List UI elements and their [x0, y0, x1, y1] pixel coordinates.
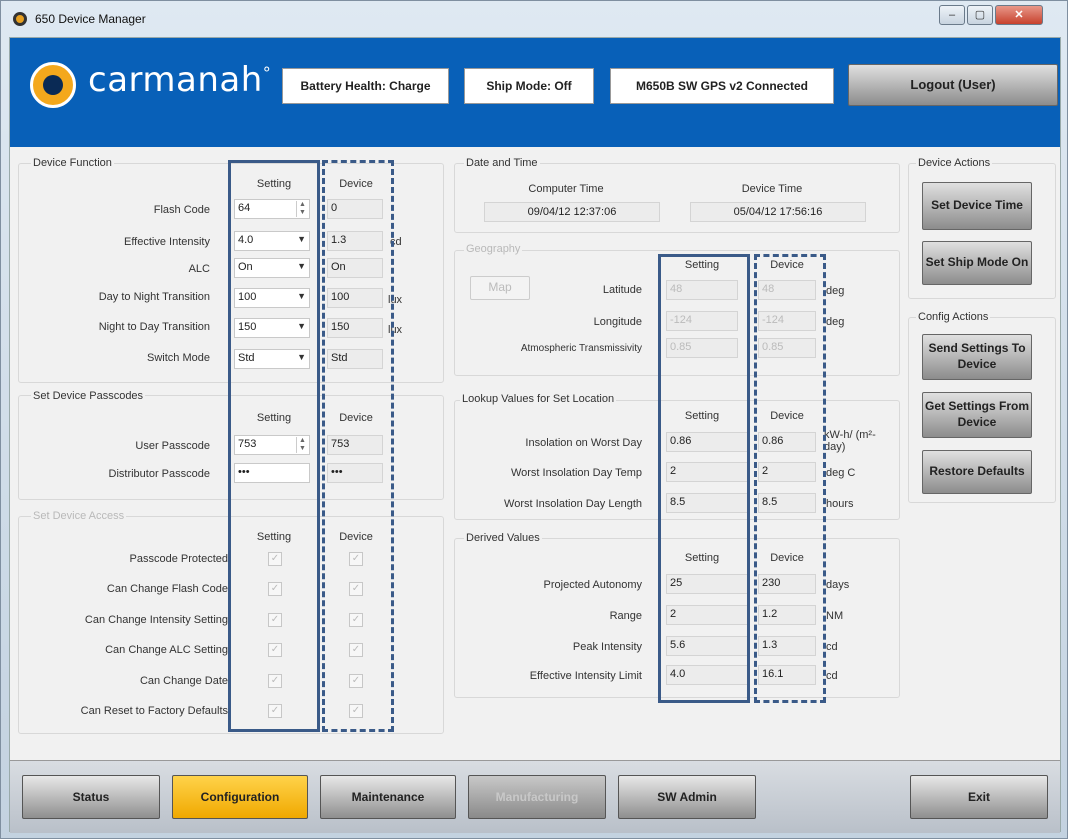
device-time-label: Device Time — [741, 183, 803, 195]
effective-intensity-label: Effective Intensity — [123, 236, 210, 248]
switch-mode-label: Switch Mode — [147, 352, 210, 364]
insolation-unit: kW-h/ (m²-day) — [824, 429, 876, 453]
latitude-label: Latitude — [602, 284, 642, 296]
geography-title: Geography — [464, 243, 523, 255]
peak-intensity-label: Peak Intensity — [572, 641, 642, 653]
ship-mode-status: Ship Mode: Off — [464, 68, 594, 104]
autonomy-label: Projected Autonomy — [543, 579, 642, 591]
set-device-time-button[interactable]: Set Device Time — [922, 182, 1032, 230]
worst-length-unit: hours — [826, 498, 854, 510]
client-area: carmanah° Battery Health: Charge Ship Mo… — [9, 37, 1061, 833]
device-column-highlight-right — [754, 254, 826, 703]
battery-health-status: Battery Health: Charge — [282, 68, 449, 104]
app-window: 650 Device Manager – ▢ ✕ carmanah° Batte… — [0, 0, 1068, 839]
config-actions-title: Config Actions — [916, 311, 991, 323]
tab-configuration[interactable]: Configuration — [172, 775, 308, 819]
close-button[interactable]: ✕ — [995, 5, 1043, 25]
access-row-label: Can Change Flash Code — [106, 583, 228, 595]
distributor-passcode-label: Distributor Passcode — [108, 468, 211, 480]
device-access-title: Set Device Access — [31, 510, 127, 522]
device-time-value: 05/04/12 17:56:16 — [690, 202, 866, 222]
worst-length-label: Worst Insolation Day Length — [504, 498, 642, 510]
passcodes-title: Set Device Passcodes — [31, 390, 146, 402]
date-time-group — [454, 163, 900, 233]
device-column-highlight — [322, 160, 394, 732]
date-time-title: Date and Time — [464, 157, 540, 169]
range-unit: NM — [826, 610, 844, 622]
connection-status: M650B SW GPS v2 Connected — [610, 68, 834, 104]
peak-intensity-unit: cd — [826, 641, 838, 653]
user-passcode-label: User Passcode — [135, 440, 210, 452]
device-actions-title: Device Actions — [916, 157, 993, 169]
worst-temp-unit: deg C — [826, 467, 856, 479]
map-button[interactable]: Map — [470, 276, 530, 300]
get-settings-button[interactable]: Get Settings From Device — [922, 392, 1032, 438]
app-header: carmanah° Battery Health: Charge Ship Mo… — [10, 38, 1060, 147]
insolation-label: Insolation on Worst Day — [525, 437, 642, 449]
transmissivity-label: Atmospheric Transmissivity — [520, 343, 642, 354]
device-function-title: Device Function — [31, 157, 114, 169]
worst-temp-label: Worst Insolation Day Temp — [510, 467, 642, 479]
set-ship-mode-button[interactable]: Set Ship Mode On — [922, 241, 1032, 285]
alc-label: ALC — [188, 263, 210, 275]
bottom-nav-bar: Status Configuration Maintenance Manufac… — [10, 760, 1060, 833]
tab-manufacturing[interactable]: Manufacturing — [468, 775, 606, 819]
lookup-title: Lookup Values for Set Location — [460, 393, 617, 405]
longitude-label: Longitude — [593, 316, 642, 328]
intensity-limit-label: Effective Intensity Limit — [529, 670, 642, 682]
restore-defaults-button[interactable]: Restore Defaults — [922, 450, 1032, 494]
send-settings-button[interactable]: Send Settings To Device — [922, 334, 1032, 380]
intensity-limit-unit: cd — [826, 670, 838, 682]
derived-title: Derived Values — [464, 532, 542, 544]
longitude-unit: deg — [826, 316, 845, 328]
computer-time-label: Computer Time — [528, 183, 604, 195]
flash-code-label: Flash Code — [153, 204, 210, 216]
latitude-unit: deg — [826, 285, 845, 297]
range-label: Range — [609, 610, 642, 622]
logout-button[interactable]: Logout (User) — [848, 64, 1058, 106]
night-day-label: Night to Day Transition — [98, 321, 210, 333]
setting-column-highlight-right — [658, 254, 750, 703]
minimize-button[interactable]: – — [939, 5, 965, 25]
autonomy-unit: days — [826, 579, 850, 591]
access-row-label: Can Reset to Factory Defaults — [80, 705, 228, 717]
maximize-button[interactable]: ▢ — [967, 5, 993, 25]
access-row-label: Can Change ALC Setting — [105, 644, 228, 656]
exit-button[interactable]: Exit — [910, 775, 1048, 819]
access-row-label: Can Change Date — [139, 675, 228, 687]
tab-sw-admin[interactable]: SW Admin — [618, 775, 756, 819]
title-bar: 650 Device Manager – ▢ ✕ — [1, 1, 1068, 37]
window-title: 650 Device Manager — [35, 12, 146, 26]
access-row-label: Passcode Protected — [129, 553, 228, 565]
computer-time-value: 09/04/12 12:37:06 — [484, 202, 660, 222]
access-row-label: Can Change Intensity Setting — [84, 614, 228, 626]
day-night-label: Day to Night Transition — [98, 291, 210, 303]
carmanah-logo-icon — [30, 62, 76, 108]
logo-text: carmanah° — [88, 60, 272, 100]
setting-column-highlight — [228, 160, 320, 732]
tab-status[interactable]: Status — [22, 775, 160, 819]
app-icon — [13, 12, 27, 26]
tab-maintenance[interactable]: Maintenance — [320, 775, 456, 819]
